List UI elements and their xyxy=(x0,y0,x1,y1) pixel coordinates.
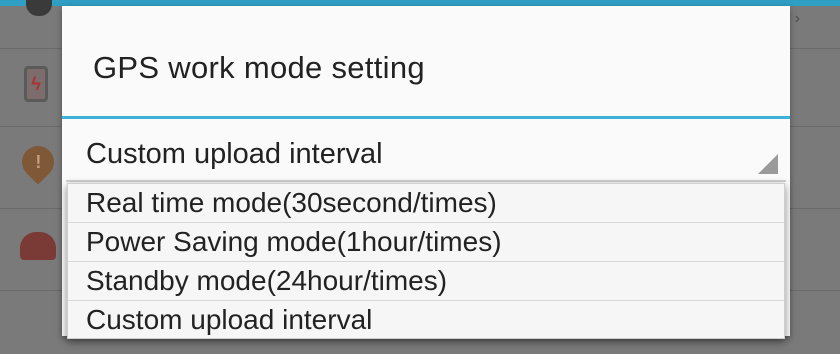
option-label: Real time mode(30second/times) xyxy=(86,187,497,218)
dialog-title: GPS work mode setting xyxy=(93,50,425,85)
mode-dropdown: Real time mode(30second/times) Power Sav… xyxy=(67,183,785,339)
option-label: Custom upload interval xyxy=(86,304,373,335)
phone-charging-icon: ϟ xyxy=(24,66,48,102)
background-icon xyxy=(26,0,52,16)
siren-icon xyxy=(20,232,56,260)
option-label: Power Saving mode(1hour/times) xyxy=(86,226,502,257)
dropdown-option-realtime[interactable]: Real time mode(30second/times) xyxy=(68,184,784,223)
spinner-selected-value: Custom upload interval xyxy=(86,138,383,170)
spinner-underline xyxy=(66,180,786,182)
mode-spinner[interactable]: Custom upload interval xyxy=(66,128,786,182)
spinner-arrow-icon xyxy=(758,154,778,174)
alert-location-icon: ! xyxy=(15,139,61,185)
dropdown-option-custom[interactable]: Custom upload interval xyxy=(68,301,784,340)
dropdown-option-power-saving[interactable]: Power Saving mode(1hour/times) xyxy=(68,223,784,262)
dropdown-option-standby[interactable]: Standby mode(24hour/times) xyxy=(68,262,784,301)
chevron-right-icon: › xyxy=(794,10,800,27)
option-label: Standby mode(24hour/times) xyxy=(86,265,448,296)
title-divider xyxy=(62,116,790,119)
